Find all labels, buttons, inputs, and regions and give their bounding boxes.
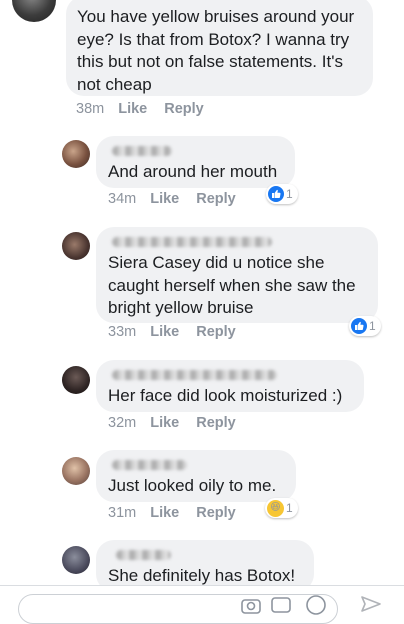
comment-actions: 34m Like Reply [108,191,236,207]
comment-time: 38m [76,101,105,117]
comment-text: Her face did look moisturized :) [108,386,343,405]
comment-bubble: And around her mouth [96,136,295,188]
like-button[interactable]: Like [118,101,147,117]
commenter-name-blurred[interactable] [112,370,277,380]
reaction-count-number: 1 [369,319,376,333]
reply-button[interactable]: Reply [196,191,236,207]
reply-button[interactable]: Reply [164,101,204,117]
avatar[interactable] [62,366,90,394]
comment-actions: 33m Like Reply [108,324,236,340]
comment-thread: You have yellow bruises around your eye?… [0,0,404,624]
reaction-count[interactable]: 1 [349,316,381,336]
like-button[interactable]: Like [150,324,179,340]
comment-bubble: You have yellow bruises around your eye?… [66,0,373,96]
sticker-icon[interactable] [305,594,327,616]
comment-time: 33m [108,324,137,340]
comment-time: 31m [108,505,137,521]
like-button[interactable]: Like [150,415,179,431]
avatar[interactable] [62,140,90,168]
comment-time: 34m [108,191,137,207]
comment-text: And around her mouth [108,162,278,181]
camera-icon[interactable] [240,594,262,616]
comment-bubble: Siera Casey did u notice she caught hers… [96,227,378,323]
commenter-name-blurred[interactable] [112,237,272,247]
reaction-count-number: 1 [286,501,293,515]
gif-icon[interactable] [270,594,292,616]
commenter-name-blurred[interactable] [112,460,187,470]
comment-bubble: Her face did look moisturized :) [96,360,364,412]
reaction-count[interactable]: 1 [266,184,298,204]
reaction-count[interactable]: 😆 1 [265,498,298,518]
avatar[interactable] [62,232,90,260]
haha-reaction-icon: 😆 [267,499,284,517]
comment-actions: 31m Like Reply [108,505,236,521]
avatar[interactable] [62,457,90,485]
commenter-name-blurred[interactable] [112,146,172,156]
like-reaction-icon [351,318,367,334]
reply-button[interactable]: Reply [196,505,236,521]
comment-text: You have yellow bruises around your eye?… [77,7,359,94]
comment-actions: 32m Like Reply [108,415,236,431]
like-reaction-icon [268,186,284,202]
reply-button[interactable]: Reply [196,324,236,340]
comment-actions: 38m Like Reply [76,101,204,117]
comment-text: Just looked oily to me. [108,476,277,495]
comment-text: Siera Casey did u notice she caught hers… [108,253,361,317]
like-button[interactable]: Like [150,191,179,207]
comment-time: 32m [108,415,137,431]
commenter-name-blurred[interactable] [116,550,171,560]
reaction-count-number: 1 [286,187,293,201]
like-button[interactable]: Like [150,505,179,521]
avatar[interactable] [62,546,90,574]
reply-button[interactable]: Reply [196,415,236,431]
send-icon[interactable] [360,596,382,612]
comment-bubble: Just looked oily to me. [96,450,296,502]
comment-composer [0,585,404,624]
avatar[interactable] [12,0,56,22]
